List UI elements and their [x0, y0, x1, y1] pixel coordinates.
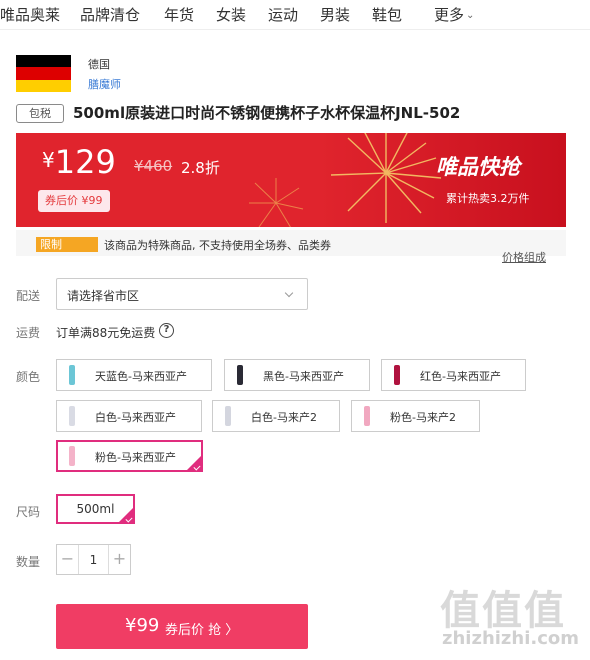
discount-rate: 2.8折 — [181, 159, 220, 177]
germany-flag-icon — [16, 55, 71, 92]
color-option-label: 红色-马来西亚产 — [420, 370, 501, 383]
coupon-price-badge: 券后价 ¥99 — [38, 190, 110, 212]
restriction-tag: 限制 — [36, 237, 98, 252]
shipping-info: 订单满88元免运费 — [56, 326, 156, 340]
cup-thumbnail-icon — [69, 365, 75, 385]
watermark: 值值值 zhizhizhi.com — [440, 578, 580, 658]
nav-item-women[interactable]: 女装 — [216, 4, 246, 25]
region-select[interactable]: 请选择省市区 — [56, 278, 308, 310]
color-option-label: 粉色-马来产2 — [390, 411, 456, 424]
sold-count: 累计热卖3.2万件 — [446, 192, 530, 205]
product-title: 500ml原装进口时尚不锈钢便携杯子水杯保温杯JNL-502 — [73, 104, 461, 122]
quantity-input[interactable] — [79, 545, 108, 574]
size-option-selected[interactable]: 500ml — [56, 494, 135, 524]
brand-link[interactable]: 膳魔师 — [88, 76, 121, 92]
buy-button-price: ¥99 — [125, 615, 160, 636]
chevron-down-icon: ⌄ — [466, 10, 475, 21]
nav-item-new-year[interactable]: 年货 — [164, 4, 194, 25]
size-label: 尺码 — [16, 505, 41, 519]
nav-item-men[interactable]: 男装 — [320, 4, 350, 25]
origin-country: 德国 — [88, 58, 110, 71]
current-price-value: 129 — [54, 143, 116, 181]
buy-button-label: 券后价 抢 〉 — [165, 623, 239, 638]
color-option[interactable]: 红色-马来西亚产 — [381, 359, 526, 391]
buy-button[interactable]: ¥99 券后价 抢 〉 — [56, 604, 308, 649]
chevron-down-icon — [284, 288, 294, 298]
price-structure-link[interactable]: 价格组成 — [502, 249, 546, 265]
delivery-label: 配送 — [16, 289, 41, 303]
color-option[interactable]: 黑色-马来西亚产 — [224, 359, 370, 391]
color-option-label: 白色-马来西亚产 — [95, 411, 176, 424]
color-label: 颜色 — [16, 370, 41, 384]
firework-decoration-icon — [330, 133, 442, 223]
quantity-label: 数量 — [16, 555, 41, 569]
currency-symbol: ¥ — [42, 148, 55, 172]
cup-thumbnail-icon — [364, 406, 370, 426]
restriction-notice: 限制 该商品为特殊商品, 不支持使用全场券、品类券 — [16, 230, 566, 256]
cup-thumbnail-icon — [69, 406, 75, 426]
cup-thumbnail-icon — [225, 406, 231, 426]
increment-button[interactable]: + — [108, 545, 130, 574]
cup-thumbnail-icon — [237, 365, 243, 385]
nav-item-sports[interactable]: 运动 — [268, 4, 298, 25]
color-option[interactable]: 白色-马来西亚产 — [56, 400, 202, 432]
color-option-label: 天蓝色-马来西亚产 — [95, 370, 187, 383]
checkmark-icon — [187, 456, 201, 470]
cup-thumbnail-icon — [69, 446, 75, 466]
nav-item-shoes-bags[interactable]: 鞋包 — [372, 4, 402, 25]
nav-item-more[interactable]: 更多 ⌄ — [434, 4, 474, 25]
checkmark-icon — [119, 508, 133, 522]
tax-included-badge: 包税 — [16, 104, 64, 123]
nav-item-outlet[interactable]: 唯品奥莱 — [0, 4, 60, 25]
nav-item-brand-clearance[interactable]: 品牌清仓 — [80, 4, 140, 25]
restriction-text: 该商品为特殊商品, 不支持使用全场券、品类券 — [104, 239, 331, 252]
color-option-label: 白色-马来产2 — [251, 411, 317, 424]
decrement-button[interactable]: − — [57, 545, 79, 574]
color-option[interactable]: 粉色-马来产2 — [351, 400, 480, 432]
nav-more-label: 更多 — [434, 6, 465, 24]
shipping-label: 运费 — [16, 326, 41, 340]
top-nav: 唯品奥莱 品牌清仓 年货 女装 运动 男装 鞋包 更多 ⌄ — [0, 0, 590, 30]
flash-sale-title: 唯品快抢 — [436, 155, 520, 179]
original-price: ¥460 — [134, 157, 173, 175]
price-banner: ¥129 ¥460 2.8折 券后价 ¥99 唯品快抢 累计热卖3.2万件 — [16, 133, 566, 227]
color-option-label: 黑色-马来西亚产 — [263, 370, 344, 383]
quantity-stepper: − + — [56, 544, 131, 575]
watermark-url: zhizhizhi.com — [442, 628, 580, 649]
region-select-value: 请选择省市区 — [67, 289, 140, 303]
color-option[interactable]: 天蓝色-马来西亚产 — [56, 359, 212, 391]
color-option-label: 粉色-马来西亚产 — [95, 451, 176, 464]
firework-small-decoration-icon — [249, 178, 304, 227]
help-icon[interactable]: ? — [159, 323, 174, 338]
cup-thumbnail-icon — [394, 365, 400, 385]
current-price: ¥129 — [42, 143, 116, 181]
color-option-selected[interactable]: 粉色-马来西亚产 — [56, 440, 203, 472]
color-option[interactable]: 白色-马来产2 — [212, 400, 340, 432]
